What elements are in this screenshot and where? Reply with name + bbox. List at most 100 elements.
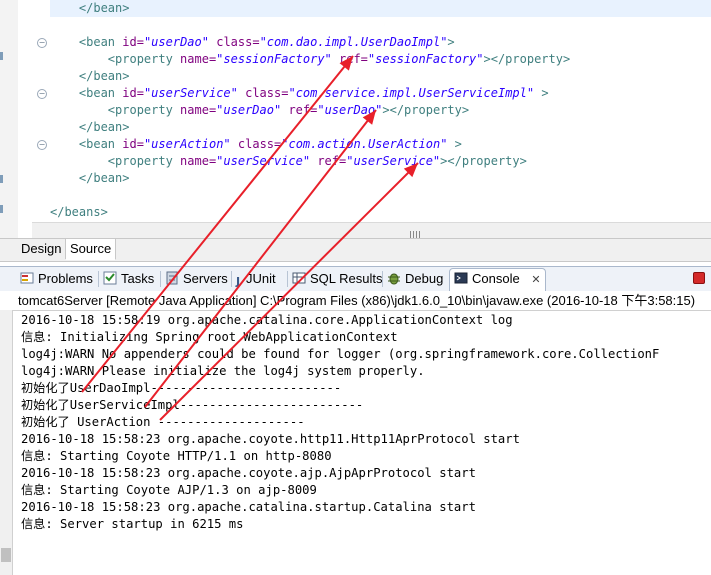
code-line[interactable]: <property name="sessionFactory" ref="ses…	[50, 51, 570, 68]
console-line: 初始化了UserServiceImpl---------------------…	[21, 398, 364, 412]
code-line[interactable]: </bean>	[50, 68, 570, 85]
xml-editor[interactable]: − − − </bean> <bean id="userDao" class="…	[0, 0, 711, 240]
editor-horizontal-scrollbar[interactable]	[32, 222, 711, 238]
tab-tasks-label: Tasks	[121, 271, 155, 286]
code-token: ref=	[288, 103, 318, 117]
console-line: log4j:WARN No appenders could be found f…	[21, 347, 660, 361]
scrollbar-grip-icon[interactable]	[410, 225, 470, 240]
tab-console-label: Console	[472, 271, 520, 286]
console-icon	[454, 271, 468, 285]
code-token: <bean	[78, 35, 123, 49]
tab-junit[interactable]: J JUnit	[236, 269, 276, 289]
code-token: name=	[180, 154, 217, 168]
code-line[interactable]: </bean>	[50, 119, 570, 136]
code-line[interactable]: <bean id="userDao" class="com.dao.impl.U…	[50, 34, 570, 51]
tab-console[interactable]: Console ✕	[449, 268, 546, 292]
code-token: id=	[122, 35, 144, 49]
left-scrollbar[interactable]	[0, 310, 13, 575]
code-token: </bean>	[78, 171, 130, 185]
code-token: name=	[180, 52, 217, 66]
terminate-icon[interactable]	[693, 272, 705, 284]
code-line[interactable]: <bean id="userService" class="com.servic…	[50, 85, 570, 102]
problems-icon	[20, 271, 34, 285]
fold-collapse-icon[interactable]: −	[37, 89, 47, 99]
code-token: ></property>	[440, 154, 527, 168]
tab-debug[interactable]: Debug	[387, 269, 443, 289]
tab-problems-label: Problems	[38, 271, 93, 286]
console-line: 初始化了UserDaoImpl-------------------------…	[21, 381, 342, 395]
editor-mode-tabs: Design Source	[0, 238, 711, 262]
code-line[interactable]	[50, 17, 570, 34]
code-line[interactable]: </bean>	[50, 0, 570, 17]
code-token: "userDao"	[143, 35, 209, 49]
code-token: "sessionFactory"	[216, 52, 332, 66]
views-tab-bar: Problems Tasks Servers J JUnit SQL Result…	[0, 266, 711, 292]
code-token: >	[447, 35, 455, 49]
editor-text-area[interactable]: </bean> <bean id="userDao" class="com.da…	[50, 0, 570, 221]
code-line[interactable]: <property name="userDao" ref="userDao"><…	[50, 102, 570, 119]
gutter-marker	[0, 175, 3, 183]
code-line[interactable]: <property name="userService" ref="userSe…	[50, 153, 570, 170]
code-token: ></property>	[382, 103, 470, 117]
tab-design-label: Design	[21, 241, 62, 256]
tab-sql-results-label: SQL Results	[310, 271, 383, 286]
code-token: >	[454, 137, 462, 151]
code-line[interactable]: </bean>	[50, 170, 570, 187]
close-icon[interactable]: ✕	[531, 273, 540, 286]
code-token: class=	[245, 86, 289, 100]
code-token: name=	[180, 103, 217, 117]
code-token: class=	[237, 137, 282, 151]
code-token: "com.action.UserAction"	[281, 137, 448, 151]
console-line: 2016-10-18 15:58:23 org.apache.coyote.ht…	[21, 432, 520, 446]
console-process-description: tomcat6Server [Remote Java Application] …	[0, 291, 711, 311]
left-scrollbar-thumb[interactable]	[1, 548, 11, 562]
code-line[interactable]	[50, 187, 570, 204]
code-token: </bean>	[78, 120, 130, 134]
tab-servers-label: Servers	[183, 271, 228, 286]
editor-overview-gutter	[0, 0, 19, 238]
tab-problems[interactable]: Problems	[20, 269, 93, 289]
tab-junit-label: JUnit	[246, 271, 276, 286]
code-token: "userService"	[216, 154, 311, 168]
tab-servers[interactable]: Servers	[165, 269, 228, 289]
gutter-marker	[0, 205, 3, 213]
code-token: "userAction"	[143, 137, 231, 151]
servers-icon	[165, 271, 179, 285]
console-line: 信息: Initializing Spring root WebApplicat…	[21, 330, 398, 344]
tab-design[interactable]: Design	[17, 239, 67, 259]
tab-tasks[interactable]: Tasks	[103, 269, 154, 289]
code-line[interactable]: <bean id="userAction" class="com.action.…	[50, 136, 570, 153]
code-token: "userService"	[346, 154, 441, 168]
code-token: "com.service.impl.UserServiceImpl"	[288, 86, 535, 100]
code-token: </bean>	[78, 1, 130, 15]
tab-source[interactable]: Source	[66, 239, 117, 260]
code-token: class=	[216, 35, 260, 49]
junit-icon: J	[236, 275, 241, 288]
console-output[interactable]: 2016-10-18 15:58:19 org.apache.catalina.…	[21, 312, 659, 533]
tab-sql-results[interactable]: SQL Results	[292, 269, 383, 289]
code-line[interactable]: </beans>	[50, 204, 570, 221]
code-token: id=	[122, 137, 144, 151]
tasks-icon	[103, 271, 117, 285]
console-line: 信息: Starting Coyote HTTP/1.1 on http-808…	[21, 449, 332, 463]
code-token: <property	[107, 154, 181, 168]
code-token: "userDao"	[216, 103, 282, 117]
editor-ruler	[18, 0, 32, 238]
console-line: log4j:WARN Please initialize the log4j s…	[21, 364, 425, 378]
console-line: 2016-10-18 15:58:23 org.apache.coyote.aj…	[21, 466, 476, 480]
bug-icon	[387, 271, 401, 285]
fold-collapse-icon[interactable]: −	[37, 38, 47, 48]
fold-collapse-icon[interactable]: −	[37, 140, 47, 150]
code-token: "sessionFactory"	[367, 52, 484, 66]
